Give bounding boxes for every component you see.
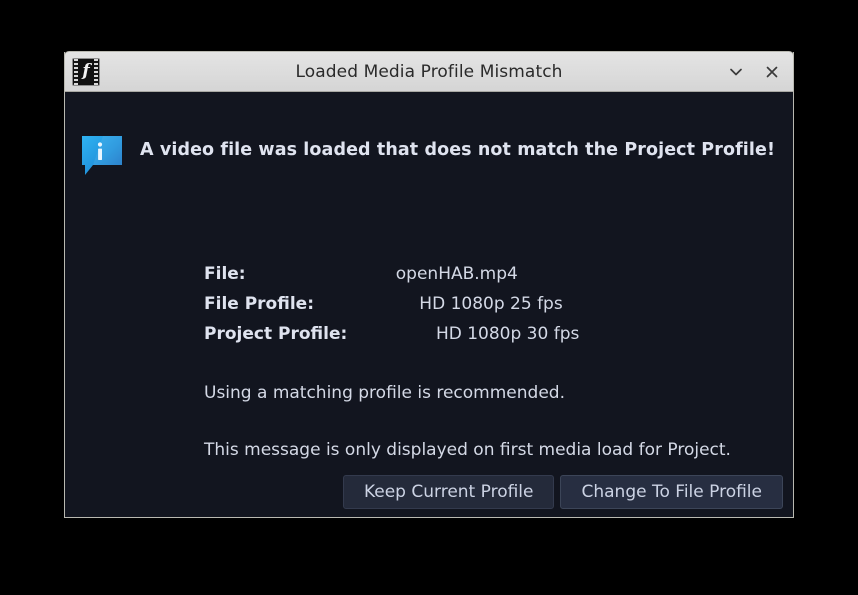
window-controls <box>726 62 782 82</box>
dialog-button-row: Keep Current Profile Change To File Prof… <box>65 475 793 509</box>
dialog-headline: A video file was loaded that does not ma… <box>140 140 776 160</box>
desktop-background: f Loaded Media Profile Mismatch A video … <box>0 0 858 595</box>
table-row: File: openHAB.mp4 <box>204 264 668 294</box>
table-row: Project Profile: HD 1080p 30 fps <box>204 324 668 354</box>
dialog-body: A video file was loaded that does not ma… <box>65 92 793 516</box>
keep-current-profile-button[interactable]: Keep Current Profile <box>342 475 555 509</box>
first-load-note-text: This message is only displayed on first … <box>204 440 731 460</box>
file-profile-label: File Profile: <box>204 294 314 314</box>
table-row: File Profile: HD 1080p 25 fps <box>204 294 668 324</box>
profile-mismatch-dialog: f Loaded Media Profile Mismatch A video … <box>64 51 794 518</box>
project-profile-label: Project Profile: <box>204 324 348 344</box>
recommendation-text: Using a matching profile is recommended. <box>204 383 565 403</box>
file-profile-value: HD 1080p 25 fps <box>419 294 563 314</box>
change-to-file-profile-button[interactable]: Change To File Profile <box>560 475 783 509</box>
file-value: openHAB.mp4 <box>395 264 518 284</box>
info-bubble-icon <box>81 134 123 180</box>
dialog-paragraphs: Using a matching profile is recommended.… <box>204 385 804 459</box>
file-label: File: <box>204 264 246 284</box>
dialog-message-header: A video file was loaded that does not ma… <box>81 132 775 180</box>
window-title: Loaded Media Profile Mismatch <box>295 61 563 82</box>
film-strip-icon: f <box>72 57 100 86</box>
dialog-titlebar[interactable]: f Loaded Media Profile Mismatch <box>64 51 794 92</box>
film-icon-glyph: f <box>82 61 90 81</box>
profile-info-table: File: openHAB.mp4 File Profile: HD 1080p… <box>204 264 668 354</box>
close-icon[interactable] <box>762 62 782 82</box>
project-profile-value: HD 1080p 30 fps <box>435 324 580 344</box>
chevron-down-icon[interactable] <box>726 62 746 82</box>
